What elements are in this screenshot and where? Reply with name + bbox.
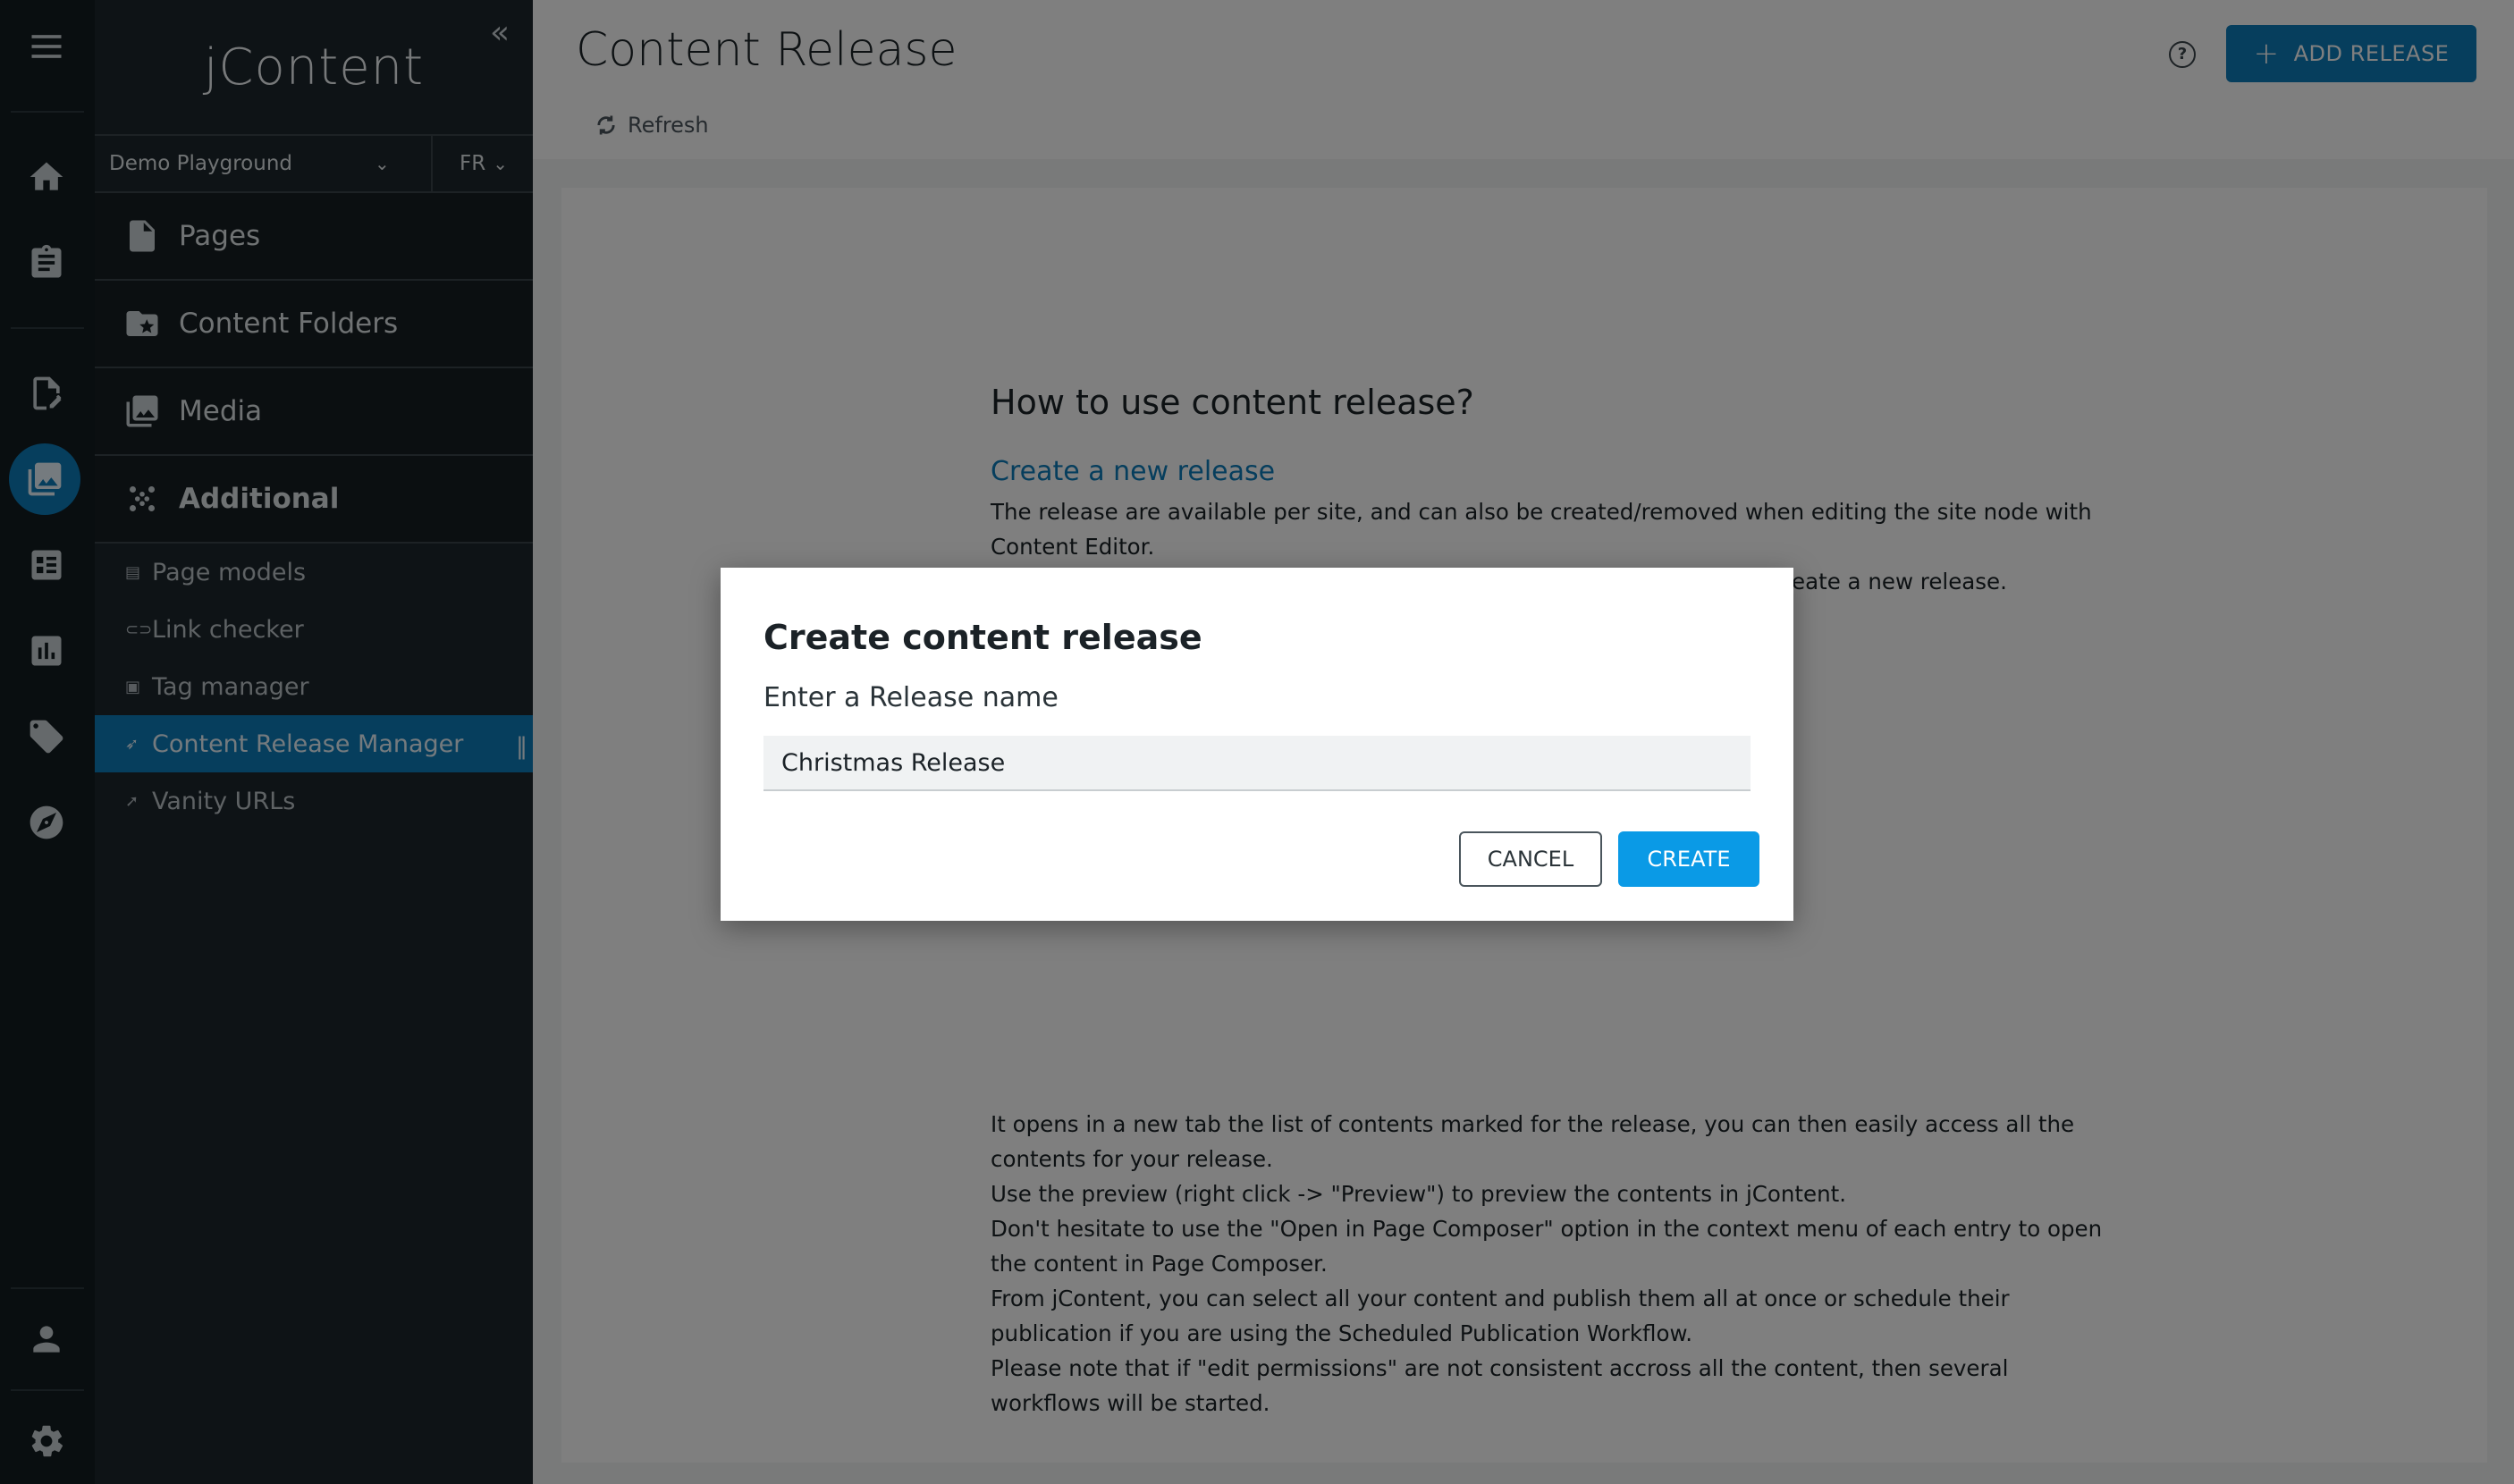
release-name-label: Enter a Release name xyxy=(763,682,1059,713)
create-button[interactable]: CREATE xyxy=(1618,831,1759,887)
create-release-dialog: Create content release Enter a Release n… xyxy=(721,568,1793,921)
cancel-button[interactable]: CANCEL xyxy=(1459,831,1602,887)
release-name-input[interactable] xyxy=(763,736,1751,791)
dialog-title: Create content release xyxy=(763,618,1202,657)
